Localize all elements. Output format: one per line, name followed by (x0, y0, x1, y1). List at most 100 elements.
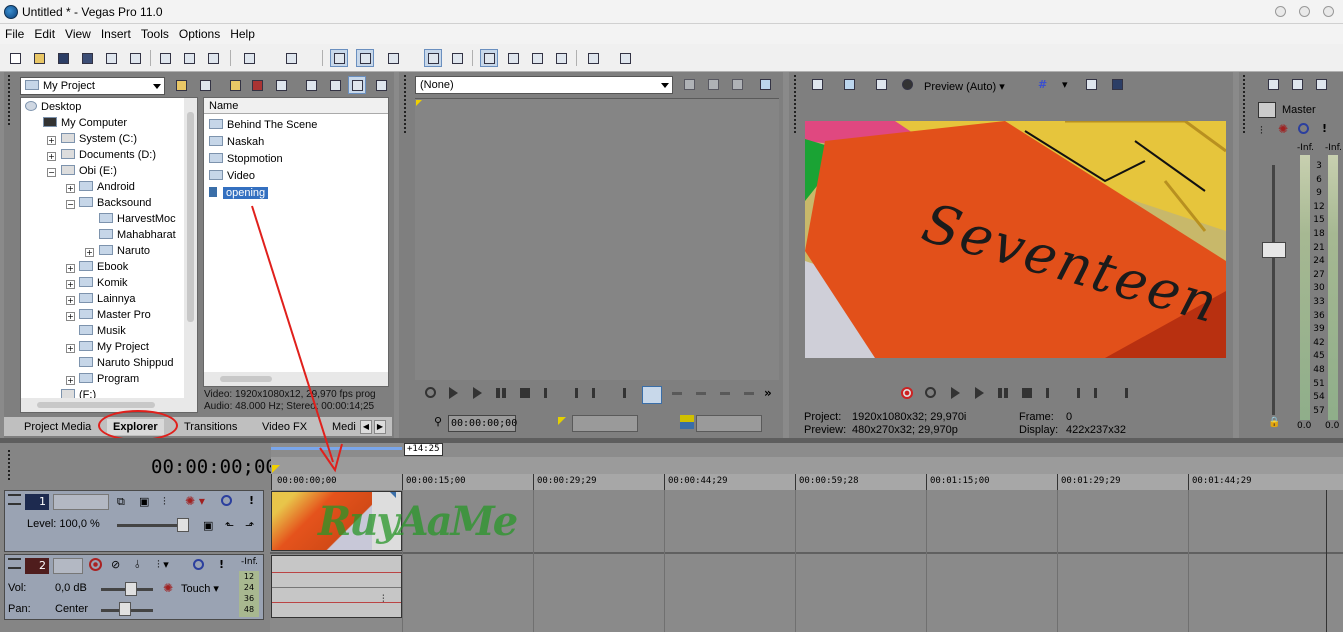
track-envelope-icon[interactable]: ⫰ (135, 558, 140, 572)
auto-preview-icon[interactable] (348, 76, 366, 94)
new-icon[interactable] (6, 49, 24, 67)
ripple-edit-icon[interactable] (384, 49, 402, 67)
track-minimize-icon[interactable] (8, 494, 21, 505)
overlays-icon[interactable]: # (1038, 78, 1047, 91)
stop-preview-icon[interactable] (326, 76, 344, 94)
save-as-icon[interactable] (78, 49, 96, 67)
pause-icon[interactable] (996, 386, 1010, 400)
in-point-field[interactable] (572, 415, 638, 432)
track-gear-icon[interactable]: ✺ ▾ (185, 494, 205, 508)
next-frame-icon[interactable] (614, 386, 628, 400)
expand-icon[interactable]: + (66, 296, 75, 305)
selection-tool-icon[interactable] (528, 49, 546, 67)
menu-view[interactable]: View (60, 24, 96, 44)
tree-item[interactable]: Mahabharat (99, 227, 176, 243)
play-icon[interactable] (470, 386, 484, 400)
trimmer-save-icon[interactable] (680, 75, 698, 93)
expand-icon[interactable]: + (66, 376, 75, 385)
normal-edit-tool-icon[interactable] (480, 49, 498, 67)
views-icon[interactable] (372, 76, 390, 94)
video-track-header[interactable]: 1 ⧉ ▣ ⫶ ✺ ▾ ! Level: 100,0 % ▣ ⬑ ⬏ (4, 490, 264, 552)
arm-for-record-icon[interactable] (89, 558, 102, 571)
external-monitor-icon[interactable] (840, 75, 858, 93)
tree-item[interactable]: HarvestMoc (99, 211, 176, 227)
automation-gear-icon[interactable]: ✺ (163, 581, 173, 595)
command-bar[interactable] (271, 457, 1343, 474)
tree-item[interactable]: Documents (D:) (61, 147, 156, 163)
save-snapshot-icon[interactable] (1108, 75, 1126, 93)
expand-icon[interactable]: + (85, 248, 94, 257)
loop-icon[interactable] (424, 386, 438, 400)
trimmer-pen-icon[interactable] (704, 75, 722, 93)
in-point-icon[interactable] (558, 417, 566, 425)
tree-item[interactable]: My Computer (43, 115, 127, 131)
split-screen-icon[interactable] (898, 75, 916, 93)
properties-icon[interactable] (126, 49, 144, 67)
up-one-level-icon[interactable] (172, 76, 190, 94)
tree-item[interactable]: Komik (79, 275, 128, 291)
go-to-start-icon[interactable] (1044, 386, 1058, 400)
maximize-button[interactable] (1299, 6, 1310, 17)
cut-icon[interactable] (156, 49, 174, 67)
play-icon[interactable] (972, 386, 986, 400)
master-solo-icon[interactable]: ! (1322, 122, 1327, 135)
menu-file[interactable]: File (0, 24, 29, 44)
selection-length-icon[interactable] (680, 415, 694, 429)
menu-tools[interactable]: Tools (136, 24, 174, 44)
close-button[interactable] (1323, 6, 1334, 17)
preview-properties-icon[interactable] (808, 75, 826, 93)
go-to-start-icon[interactable] (542, 386, 556, 400)
lock-envelopes-icon[interactable] (424, 49, 442, 67)
paste-icon[interactable] (204, 49, 222, 67)
copy-icon[interactable] (180, 49, 198, 67)
tab-media-generators[interactable]: Medi (326, 419, 362, 435)
new-folder-icon[interactable] (226, 76, 244, 94)
expand-icon[interactable]: + (66, 312, 75, 321)
tree-item[interactable]: System (C:) (61, 131, 137, 147)
tree-horizontal-scrollbar[interactable] (21, 398, 197, 412)
list-item[interactable]: Stopmotion (209, 151, 283, 167)
tree-item[interactable]: Android (79, 179, 135, 195)
stop-icon[interactable] (518, 386, 532, 400)
master-fx-icon[interactable]: ⫶ (1260, 124, 1263, 138)
add-to-timeline-end-icon[interactable] (694, 386, 708, 400)
expand-icon[interactable]: + (66, 280, 75, 289)
preview-quality-dropdown[interactable]: Preview (Auto) ▾ (924, 80, 1005, 93)
volume-fader-knob[interactable] (125, 582, 137, 596)
list-item[interactable]: Naskah (209, 134, 264, 150)
expand-icon[interactable]: + (47, 136, 56, 145)
play-from-start-icon[interactable] (948, 386, 962, 400)
help-pointer-icon[interactable] (616, 49, 634, 67)
customize-icon[interactable] (584, 49, 602, 67)
master-gear-icon[interactable]: ✺ (1278, 122, 1288, 136)
add-favorite-icon[interactable] (272, 76, 290, 94)
tab-scroll-right-icon[interactable]: ▶ (374, 420, 386, 434)
track-solo-icon[interactable]: ! (249, 494, 254, 507)
list-item-selected[interactable]: opening (209, 185, 269, 201)
fit-to-fill-icon[interactable] (718, 386, 732, 400)
trimmer-clear-icon[interactable] (728, 75, 746, 93)
audio-event-clip[interactable]: ⫶ (271, 555, 402, 618)
marker-bar[interactable]: +14:25 (271, 443, 1343, 457)
expand-icon[interactable]: + (66, 184, 75, 193)
time-ruler[interactable]: 00:00:00;00 00:00:15;00 00:00:29;29 00:0… (271, 474, 1343, 490)
list-item[interactable]: Behind The Scene (209, 117, 317, 133)
pause-icon[interactable] (494, 386, 508, 400)
track-name-field[interactable] (53, 494, 109, 510)
track-motion-icon[interactable]: ⧉ (117, 495, 125, 509)
tree-item[interactable]: My Project (79, 339, 149, 355)
trimmer-timecode[interactable]: 00:00:00;00 (448, 415, 517, 432)
track-composite-icon[interactable]: ▣ (139, 495, 149, 508)
make-parent-icon[interactable]: ⬑ (225, 519, 234, 532)
record-icon[interactable] (900, 386, 914, 400)
tree-item[interactable]: Naruto Shippud (79, 355, 173, 371)
dock-grip[interactable] (8, 450, 14, 480)
mixer-insert-fx-icon[interactable] (1264, 75, 1282, 93)
add-to-timeline-icon[interactable] (670, 386, 684, 400)
make-child-icon[interactable]: ⬏ (245, 519, 254, 532)
menu-options[interactable]: Options (174, 24, 225, 44)
tree-vertical-scrollbar[interactable] (184, 98, 197, 398)
tree-item[interactable]: Lainnya (79, 291, 136, 307)
start-preview-icon[interactable] (302, 76, 320, 94)
lock-icon[interactable]: 🔒 (1268, 417, 1280, 428)
